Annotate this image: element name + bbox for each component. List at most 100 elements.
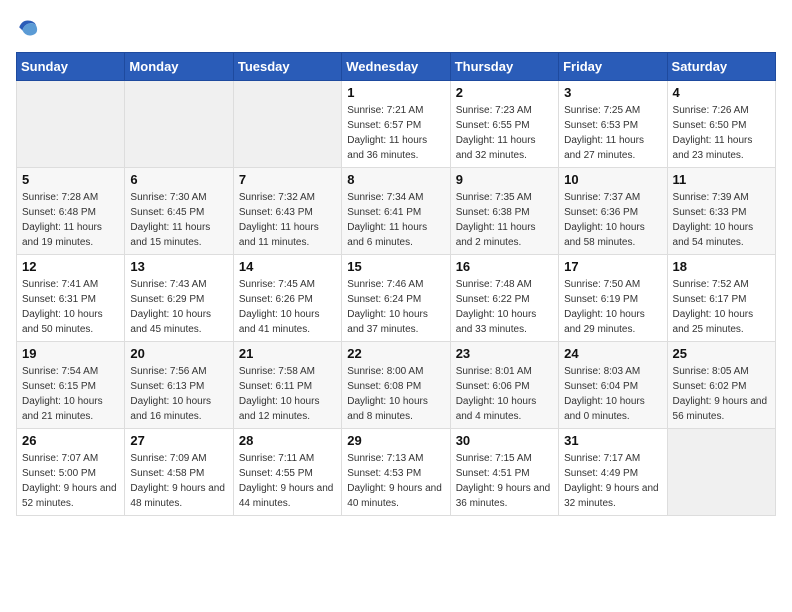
- day-number: 13: [130, 259, 227, 274]
- day-number: 28: [239, 433, 336, 448]
- day-cell: 17Sunrise: 7:50 AMSunset: 6:19 PMDayligh…: [559, 255, 667, 342]
- day-number: 19: [22, 346, 119, 361]
- day-info: Sunrise: 7:09 AMSunset: 4:58 PMDaylight:…: [130, 451, 227, 511]
- day-cell: [17, 81, 125, 168]
- day-cell: 7 Sunrise: 7:32 AMSunset: 6:43 PMDaylight…: [233, 168, 341, 255]
- day-info: Sunrise: 7:41 AMSunset: 6:31 PMDaylight:…: [22, 277, 119, 337]
- day-number: 6: [130, 172, 227, 187]
- day-number: 24: [564, 346, 661, 361]
- day-number: 1: [347, 85, 444, 100]
- day-info: Sunrise: 7:23 AMSunset: 6:55 PMDaylight:…: [456, 103, 553, 163]
- day-cell: 24 Sunrise: 8:03 AMSunset: 6:04 PMDayligh…: [559, 342, 667, 429]
- week-row-2: 5Sunrise: 7:28 AMSunset: 6:48 PMDaylight…: [17, 168, 776, 255]
- day-cell: 27 Sunrise: 7:09 AMSunset: 4:58 PMDayligh…: [125, 429, 233, 516]
- weekday-monday: Monday: [125, 53, 233, 81]
- day-cell: 15Sunrise: 7:46 AMSunset: 6:24 PMDayligh…: [342, 255, 450, 342]
- day-number: 11: [673, 172, 770, 187]
- day-cell: [233, 81, 341, 168]
- day-cell: 28 Sunrise: 7:11 AMSunset: 4:55 PMDayligh…: [233, 429, 341, 516]
- day-cell: 19 Sunrise: 7:54 AMSunset: 6:15 PMDayligh…: [17, 342, 125, 429]
- day-number: 21: [239, 346, 336, 361]
- week-row-3: 12 Sunrise: 7:41 AMSunset: 6:31 PMDayligh…: [17, 255, 776, 342]
- day-cell: 23 Sunrise: 8:01 AMSunset: 6:06 PMDayligh…: [450, 342, 558, 429]
- day-info: Sunrise: 7:46 AMSunset: 6:24 PMDaylight:…: [347, 277, 444, 337]
- day-cell: 1 Sunrise: 7:21 AMSunset: 6:57 PMDaylight…: [342, 81, 450, 168]
- day-cell: 21 Sunrise: 7:58 AMSunset: 6:11 PMDayligh…: [233, 342, 341, 429]
- day-cell: 20 Sunrise: 7:56 AMSunset: 6:13 PMDayligh…: [125, 342, 233, 429]
- day-info: Sunrise: 7:25 AMSunset: 6:53 PMDaylight:…: [564, 103, 661, 163]
- day-info: Sunrise: 7:11 AMSunset: 4:55 PMDaylight:…: [239, 451, 336, 511]
- day-cell: 10 Sunrise: 7:37 AMSunset: 6:36 PMDayligh…: [559, 168, 667, 255]
- weekday-sunday: Sunday: [17, 53, 125, 81]
- day-number: 3: [564, 85, 661, 100]
- week-row-5: 26 Sunrise: 7:07 AMSunset: 5:00 PMDayligh…: [17, 429, 776, 516]
- day-cell: 13Sunrise: 7:43 AMSunset: 6:29 PMDayligh…: [125, 255, 233, 342]
- day-info: Sunrise: 7:21 AMSunset: 6:57 PMDaylight:…: [347, 103, 444, 163]
- day-info: Sunrise: 7:07 AMSunset: 5:00 PMDaylight:…: [22, 451, 119, 511]
- day-number: 31: [564, 433, 661, 448]
- day-number: 12: [22, 259, 119, 274]
- logo: [16, 16, 44, 40]
- day-cell: 26 Sunrise: 7:07 AMSunset: 5:00 PMDayligh…: [17, 429, 125, 516]
- day-cell: [125, 81, 233, 168]
- day-info: Sunrise: 7:32 AMSunset: 6:43 PMDaylight:…: [239, 190, 336, 250]
- day-number: 20: [130, 346, 227, 361]
- day-cell: 29 Sunrise: 7:13 AMSunset: 4:53 PMDayligh…: [342, 429, 450, 516]
- day-cell: 12 Sunrise: 7:41 AMSunset: 6:31 PMDayligh…: [17, 255, 125, 342]
- day-info: Sunrise: 7:45 AMSunset: 6:26 PMDaylight:…: [239, 277, 336, 337]
- week-row-1: 1 Sunrise: 7:21 AMSunset: 6:57 PMDaylight…: [17, 81, 776, 168]
- day-cell: 30Sunrise: 7:15 AMSunset: 4:51 PMDayligh…: [450, 429, 558, 516]
- day-number: 22: [347, 346, 444, 361]
- day-info: Sunrise: 8:05 AMSunset: 6:02 PMDaylight:…: [673, 364, 770, 424]
- day-number: 2: [456, 85, 553, 100]
- weekday-saturday: Saturday: [667, 53, 775, 81]
- day-cell: 25 Sunrise: 8:05 AMSunset: 6:02 PMDayligh…: [667, 342, 775, 429]
- weekday-wednesday: Wednesday: [342, 53, 450, 81]
- day-number: 29: [347, 433, 444, 448]
- day-info: Sunrise: 8:00 AMSunset: 6:08 PMDaylight:…: [347, 364, 444, 424]
- day-cell: [667, 429, 775, 516]
- day-cell: 6 Sunrise: 7:30 AMSunset: 6:45 PMDaylight…: [125, 168, 233, 255]
- day-info: Sunrise: 7:58 AMSunset: 6:11 PMDaylight:…: [239, 364, 336, 424]
- logo-icon: [16, 16, 40, 40]
- day-info: Sunrise: 7:54 AMSunset: 6:15 PMDaylight:…: [22, 364, 119, 424]
- day-info: Sunrise: 7:17 AMSunset: 4:49 PMDaylight:…: [564, 451, 661, 511]
- day-number: 30: [456, 433, 553, 448]
- day-cell: 11 Sunrise: 7:39 AMSunset: 6:33 PMDayligh…: [667, 168, 775, 255]
- day-info: Sunrise: 7:26 AMSunset: 6:50 PMDaylight:…: [673, 103, 770, 163]
- day-cell: 2 Sunrise: 7:23 AMSunset: 6:55 PMDaylight…: [450, 81, 558, 168]
- day-number: 18: [673, 259, 770, 274]
- day-info: Sunrise: 8:03 AMSunset: 6:04 PMDaylight:…: [564, 364, 661, 424]
- day-number: 9: [456, 172, 553, 187]
- day-number: 23: [456, 346, 553, 361]
- day-number: 26: [22, 433, 119, 448]
- day-info: Sunrise: 7:48 AMSunset: 6:22 PMDaylight:…: [456, 277, 553, 337]
- calendar: SundayMondayTuesdayWednesdayThursdayFrid…: [16, 52, 776, 516]
- day-info: Sunrise: 7:56 AMSunset: 6:13 PMDaylight:…: [130, 364, 227, 424]
- day-cell: 16Sunrise: 7:48 AMSunset: 6:22 PMDayligh…: [450, 255, 558, 342]
- day-info: Sunrise: 7:52 AMSunset: 6:17 PMDaylight:…: [673, 277, 770, 337]
- day-number: 7: [239, 172, 336, 187]
- day-number: 25: [673, 346, 770, 361]
- weekday-header-row: SundayMondayTuesdayWednesdayThursdayFrid…: [17, 53, 776, 81]
- day-number: 27: [130, 433, 227, 448]
- day-number: 10: [564, 172, 661, 187]
- day-number: 8: [347, 172, 444, 187]
- week-row-4: 19 Sunrise: 7:54 AMSunset: 6:15 PMDayligh…: [17, 342, 776, 429]
- day-cell: 8 Sunrise: 7:34 AMSunset: 6:41 PMDaylight…: [342, 168, 450, 255]
- day-info: Sunrise: 8:01 AMSunset: 6:06 PMDaylight:…: [456, 364, 553, 424]
- day-info: Sunrise: 7:13 AMSunset: 4:53 PMDaylight:…: [347, 451, 444, 511]
- day-info: Sunrise: 7:28 AMSunset: 6:48 PMDaylight:…: [22, 190, 119, 250]
- day-cell: 18 Sunrise: 7:52 AMSunset: 6:17 PMDayligh…: [667, 255, 775, 342]
- day-info: Sunrise: 7:30 AMSunset: 6:45 PMDaylight:…: [130, 190, 227, 250]
- day-info: Sunrise: 7:34 AMSunset: 6:41 PMDaylight:…: [347, 190, 444, 250]
- day-number: 17: [564, 259, 661, 274]
- weekday-friday: Friday: [559, 53, 667, 81]
- weekday-tuesday: Tuesday: [233, 53, 341, 81]
- day-cell: 4Sunrise: 7:26 AMSunset: 6:50 PMDaylight…: [667, 81, 775, 168]
- day-cell: 31 Sunrise: 7:17 AMSunset: 4:49 PMDayligh…: [559, 429, 667, 516]
- day-info: Sunrise: 7:39 AMSunset: 6:33 PMDaylight:…: [673, 190, 770, 250]
- day-info: Sunrise: 7:35 AMSunset: 6:38 PMDaylight:…: [456, 190, 553, 250]
- day-info: Sunrise: 7:37 AMSunset: 6:36 PMDaylight:…: [564, 190, 661, 250]
- day-number: 14: [239, 259, 336, 274]
